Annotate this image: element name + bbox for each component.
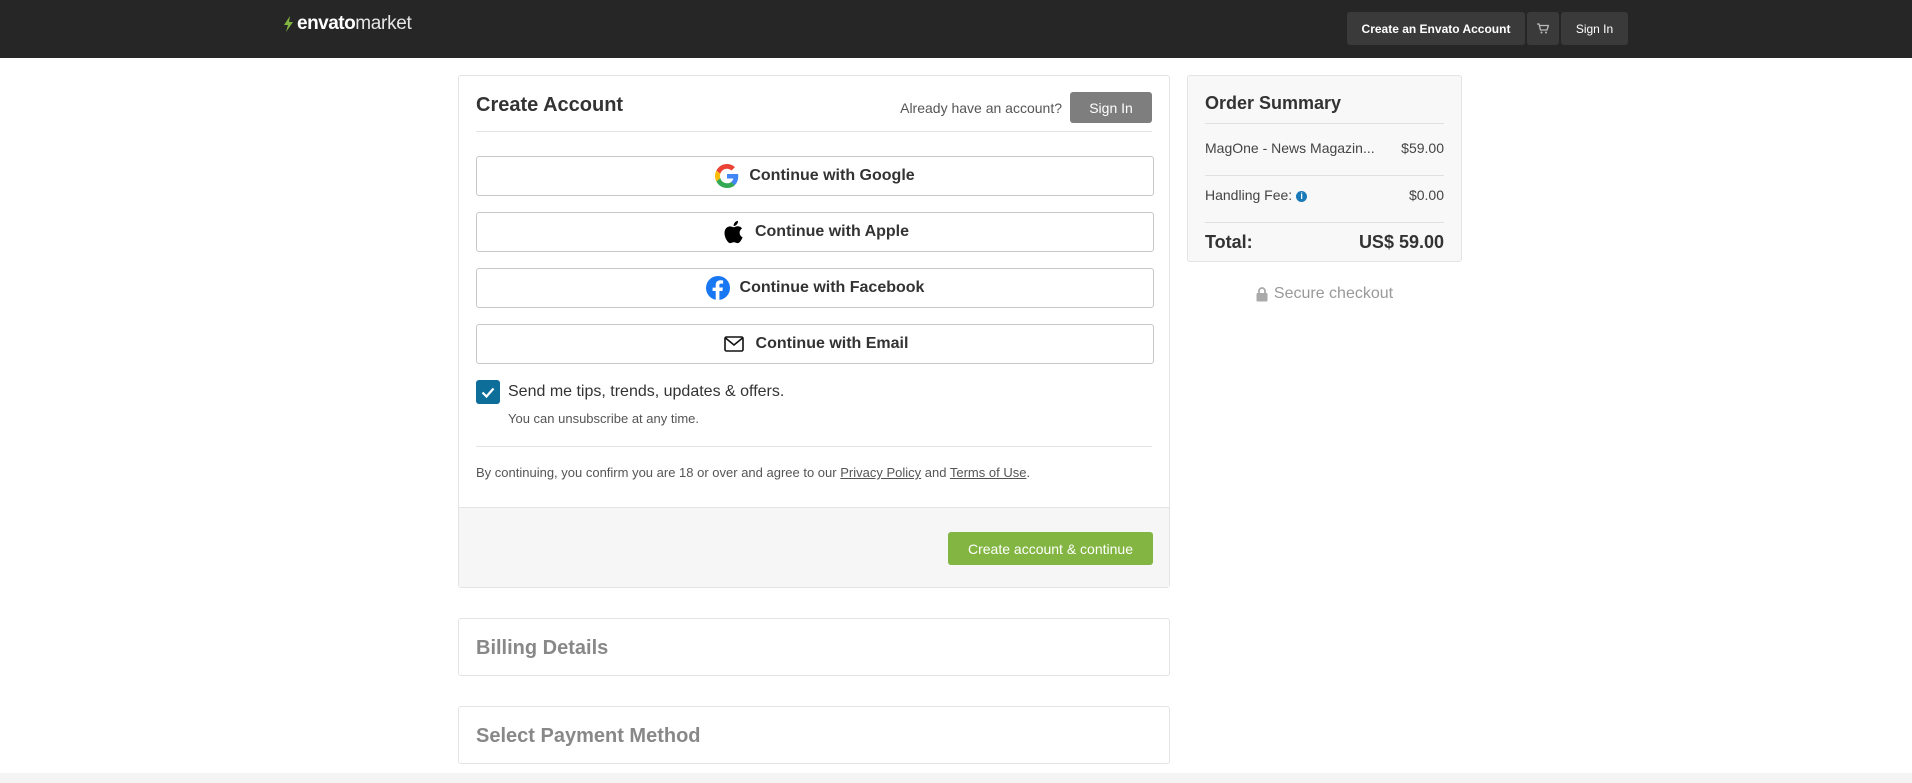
card-footer: Create account & continue: [459, 507, 1169, 587]
divider: [1205, 123, 1444, 124]
page-bottom-edge: [0, 773, 1912, 783]
sign-in-button[interactable]: Sign In: [1070, 92, 1152, 123]
divider: [1205, 175, 1444, 176]
divider: [476, 446, 1152, 447]
continue-with-email-label: Continue with Email: [755, 335, 909, 352]
top-sign-in-button[interactable]: Sign In: [1561, 12, 1628, 45]
legal-and: and: [924, 465, 947, 480]
card-header: Create Account Already have an account? …: [476, 76, 1152, 132]
continue-with-apple-label: Continue with Apple: [754, 223, 910, 240]
cart-icon: [1537, 23, 1549, 34]
google-icon: [715, 164, 739, 188]
tips-opt-in: Send me tips, trends, updates & offers.: [476, 380, 784, 404]
handling-fee-label: Handling Fee:: [1205, 187, 1293, 203]
lock-icon: [1256, 286, 1268, 301]
logo-brand-text: envato: [297, 13, 356, 34]
order-summary-panel: Order Summary MagOne - News Magazin... $…: [1187, 75, 1462, 262]
legal-notice: By continuing, you confirm you are 18 or…: [476, 465, 1030, 480]
page-title: Create Account: [476, 94, 624, 116]
secure-checkout: Secure checkout: [1187, 285, 1462, 303]
handling-fee-row: Handling Fee: i $0.00: [1205, 187, 1444, 203]
tips-label: Send me tips, trends, updates & offers.: [508, 383, 785, 400]
terms-of-use-link[interactable]: Terms of Use: [950, 465, 1027, 480]
create-account-continue-button[interactable]: Create account & continue: [948, 532, 1153, 565]
billing-details-section[interactable]: Billing Details: [458, 618, 1170, 676]
legal-suffix: .: [1026, 465, 1031, 480]
logo-market-text: market: [355, 13, 412, 34]
order-item-row: MagOne - News Magazin... $59.00: [1205, 140, 1444, 156]
apple-icon: [721, 220, 745, 244]
handling-fee-price: $0.00: [1408, 187, 1444, 203]
checkmark-icon: [481, 387, 495, 398]
continue-with-email-button[interactable]: Continue with Email: [476, 324, 1154, 364]
top-nav-bar: envato market Create an Envato Account S…: [0, 0, 1912, 58]
unsubscribe-note: You can unsubscribe at any time.: [508, 411, 700, 426]
create-envato-account-button[interactable]: Create an Envato Account: [1347, 12, 1525, 45]
secure-checkout-label: Secure checkout: [1273, 285, 1394, 302]
total-row: Total: US$ 59.00: [1205, 232, 1444, 253]
payment-method-section[interactable]: Select Payment Method: [458, 706, 1170, 764]
leaf-icon: [284, 16, 293, 32]
order-item-price: $59.00: [1401, 140, 1444, 156]
privacy-policy-link[interactable]: Privacy Policy: [840, 465, 921, 480]
create-account-card: Create Account Already have an account? …: [458, 75, 1170, 588]
cart-button[interactable]: [1527, 12, 1559, 45]
total-label: Total:: [1205, 232, 1253, 252]
total-value: US$ 59.00: [1358, 232, 1444, 252]
order-item-name: MagOne - News Magazin...: [1205, 140, 1375, 156]
divider: [1205, 222, 1444, 223]
info-icon[interactable]: i: [1296, 190, 1308, 202]
envelope-icon: [722, 332, 746, 356]
legal-prefix: By continuing, you confirm you are 18 or…: [476, 465, 837, 480]
payment-method-title: Select Payment Method: [476, 725, 701, 747]
already-have-account-text: Already have an account?: [900, 100, 1062, 116]
envato-market-logo[interactable]: envato market: [281, 13, 412, 35]
billing-details-title: Billing Details: [476, 637, 609, 659]
tips-checkbox[interactable]: [476, 380, 500, 404]
continue-with-apple-button[interactable]: Continue with Apple: [476, 212, 1154, 252]
order-summary-title: Order Summary: [1205, 93, 1342, 113]
facebook-icon: [705, 276, 730, 300]
continue-with-google-button[interactable]: Continue with Google: [476, 156, 1154, 196]
top-actions: Create an Envato Account Sign In: [1347, 12, 1628, 45]
continue-with-google-label: Continue with Google: [749, 167, 915, 184]
continue-with-facebook-label: Continue with Facebook: [739, 279, 925, 296]
continue-with-facebook-button[interactable]: Continue with Facebook: [476, 268, 1154, 308]
